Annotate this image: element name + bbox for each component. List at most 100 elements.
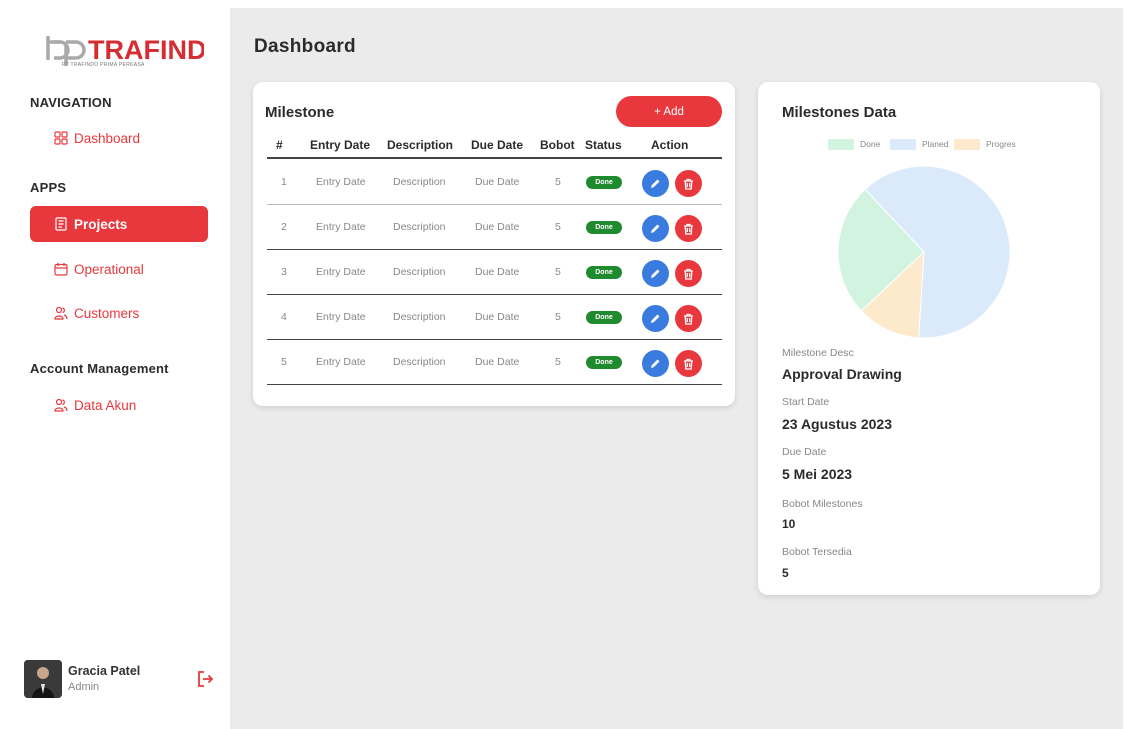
pencil-icon <box>651 359 660 368</box>
chart-legend: Done Planed Progres <box>758 138 1100 152</box>
users-icon <box>54 398 68 412</box>
milestones-data-card: Milestones Data Done Planed Progres Mile… <box>758 82 1100 595</box>
column-header: # <box>276 138 283 152</box>
row-number: 2 <box>281 221 287 233</box>
status-badge: Done <box>586 356 622 369</box>
sidebar-item-customers[interactable]: Customers <box>30 295 208 331</box>
bobot-milestones-label: Bobot Milestones <box>782 498 863 510</box>
logo-mark: TRAFINDO <box>46 35 204 66</box>
milestones-pie-chart <box>837 165 1011 339</box>
milestone-card: Milestone + Add # Entry Date Description… <box>253 82 735 406</box>
bobot-tersedia-value: 5 <box>782 566 789 580</box>
sidebar-item-label: Projects <box>74 216 128 232</box>
row-bobot: 5 <box>555 176 561 188</box>
user-name: Gracia Patel <box>68 664 141 678</box>
column-header: Due Date <box>471 138 524 152</box>
row-description: Description <box>393 176 446 188</box>
legend-swatch-done <box>828 139 854 150</box>
apps-heading: APPS <box>30 180 67 195</box>
grid-icon <box>54 131 68 145</box>
row-number: 1 <box>281 176 287 188</box>
bobot-milestones-value: 10 <box>782 517 796 531</box>
user-profile: Gracia Patel Admin <box>24 660 224 704</box>
navigation-heading: NAVIGATION <box>30 95 112 110</box>
avatar-image <box>24 660 62 698</box>
sidebar-item-label: Dashboard <box>74 130 141 146</box>
user-role: Admin <box>68 681 100 693</box>
milestone-desc-value: Approval Drawing <box>782 366 902 382</box>
sidebar-item-projects[interactable]: Projects <box>30 206 208 242</box>
logo-subtitle: PT TRAFINDO PRIMA PERKASA <box>62 62 145 68</box>
start-date-value: 23 Agustus 2023 <box>782 416 892 432</box>
delete-button[interactable] <box>675 260 702 287</box>
row-description: Description <box>393 266 446 278</box>
document-icon <box>55 217 67 231</box>
row-bobot: 5 <box>555 311 561 323</box>
add-milestone-button[interactable]: + Add <box>616 96 722 127</box>
table-row: 4 Entry Date Description Due Date 5 Done <box>253 295 735 340</box>
page-title: Dashboard <box>254 36 356 57</box>
pencil-icon <box>651 224 660 233</box>
column-header: Entry Date <box>310 138 371 152</box>
trash-icon <box>684 178 693 190</box>
table-row: 5 Entry Date Description Due Date 5 Done <box>253 340 735 385</box>
edit-button[interactable] <box>642 350 669 377</box>
row-due-date: Due Date <box>475 221 520 233</box>
calendar-icon <box>54 263 68 276</box>
users-icon <box>54 306 68 320</box>
delete-button[interactable] <box>675 350 702 377</box>
table-row: 1 Entry Date Description Due Date 5 Done <box>253 160 735 205</box>
legend-label-done: Done <box>860 139 881 149</box>
sidebar-item-operational[interactable]: Operational <box>30 251 208 287</box>
trash-icon <box>684 268 693 280</box>
row-entry-date: Entry Date <box>316 176 366 188</box>
row-bobot: 5 <box>555 356 561 368</box>
row-number: 3 <box>281 266 287 278</box>
trash-icon <box>684 358 693 370</box>
edit-button[interactable] <box>642 260 669 287</box>
sidebar-item-data-akun[interactable]: Data Akun <box>30 387 208 423</box>
row-entry-date: Entry Date <box>316 356 366 368</box>
delete-button[interactable] <box>675 170 702 197</box>
row-number: 5 <box>281 356 287 368</box>
column-header: Action <box>651 138 689 152</box>
delete-button[interactable] <box>675 305 702 332</box>
pencil-icon <box>651 269 660 278</box>
sidebar-item-label: Data Akun <box>74 397 137 413</box>
column-header: Bobot <box>540 138 575 152</box>
legend-swatch-progres <box>954 139 980 150</box>
row-entry-date: Entry Date <box>316 266 366 278</box>
status-badge: Done <box>586 266 622 279</box>
due-date-value: 5 Mei 2023 <box>782 466 853 482</box>
edit-button[interactable] <box>642 215 669 242</box>
due-date-label: Due Date <box>782 446 827 458</box>
delete-button[interactable] <box>675 215 702 242</box>
legend-label-progres: Progres <box>986 139 1016 149</box>
edit-button[interactable] <box>642 170 669 197</box>
sidebar-item-dashboard[interactable]: Dashboard <box>30 120 208 156</box>
edit-button[interactable] <box>642 305 669 332</box>
trash-icon <box>684 223 693 235</box>
start-date-label: Start Date <box>782 396 830 408</box>
bobot-tersedia-label: Bobot Tersedia <box>782 546 852 558</box>
milestone-desc-label: Milestone Desc <box>782 347 854 359</box>
status-badge: Done <box>586 221 622 234</box>
row-bobot: 5 <box>555 266 561 278</box>
account-management-heading: Account Management <box>30 361 169 376</box>
row-number: 4 <box>281 311 287 323</box>
trash-icon <box>684 313 693 325</box>
row-entry-date: Entry Date <box>316 311 366 323</box>
avatar <box>24 660 62 698</box>
row-bobot: 5 <box>555 221 561 233</box>
pencil-icon <box>651 314 660 323</box>
legend-swatch-planed <box>890 139 916 150</box>
pencil-icon <box>651 179 660 188</box>
row-entry-date: Entry Date <box>316 221 366 233</box>
logout-icon[interactable] <box>197 670 213 688</box>
logo-wordmark: TRAFINDO <box>88 35 204 65</box>
table-row: 2 Entry Date Description Due Date 5 Done <box>253 205 735 250</box>
legend-label-planed: Planed <box>922 139 949 149</box>
row-description: Description <box>393 311 446 323</box>
column-header: Status <box>585 138 622 152</box>
row-due-date: Due Date <box>475 266 520 278</box>
